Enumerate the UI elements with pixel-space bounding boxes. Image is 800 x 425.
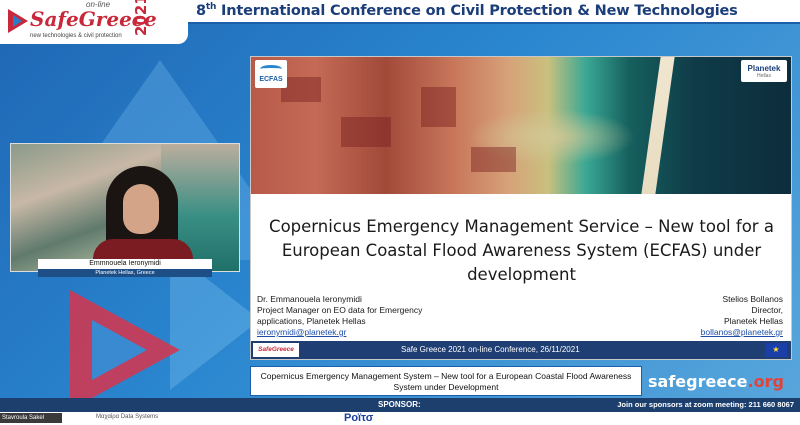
image-field xyxy=(471,147,516,172)
image-field xyxy=(281,77,321,102)
speaker-affiliation: Planetek Hellas, Greece xyxy=(38,269,212,277)
site-url-tld: .org xyxy=(747,372,784,391)
image-field xyxy=(421,87,456,127)
site-url[interactable]: safegreece.org xyxy=(648,372,784,391)
play-logo-inner xyxy=(92,320,147,380)
author-right: Stelios Bollanos Director, Planetek Hell… xyxy=(633,294,783,338)
author-left-name: Dr. Emmanouela Ieronymidi xyxy=(257,294,362,304)
author-right-email[interactable]: bollanos@planetek.gr xyxy=(633,327,783,338)
presentation-slide: ECFAS Planetek Hellas Copernicus Emergen… xyxy=(250,56,792,360)
logo-play-icon-inner xyxy=(13,15,22,27)
talk-caption: Copernicus Emergency Management System –… xyxy=(250,366,642,396)
ecfas-wave-icon xyxy=(260,65,282,73)
logo-tagline: new technologies & civil protection xyxy=(30,33,122,39)
speaker-face xyxy=(123,184,159,234)
author-left-email[interactable]: ieronymidi@planetek.gr xyxy=(257,327,497,338)
sponsor-bar: SPONSOR: Join our sponsors at zoom meeti… xyxy=(0,398,800,412)
ecfas-logo: ECFAS xyxy=(255,60,287,88)
sponsor-zoom-text: Join our sponsors at zoom meeting: 211 6… xyxy=(617,400,794,409)
author-left-role2: applications, Planetek Hellas xyxy=(257,316,366,326)
sponsor-label: SPONSOR: xyxy=(378,400,421,409)
image-sand-spit xyxy=(641,57,675,194)
author-right-role1: Director, xyxy=(751,305,783,315)
image-field xyxy=(341,117,391,147)
speaker-video[interactable] xyxy=(10,143,240,272)
site-url-main: safegreece xyxy=(648,372,748,391)
slide-footer-text: Safe Greece 2021 on-line Conference, 26/… xyxy=(401,345,580,354)
slide-footer-logo: SafeGreece xyxy=(253,343,299,357)
author-right-role2: Planetek Hellas xyxy=(723,316,783,326)
author-right-name: Stelios Bollanos xyxy=(722,294,783,304)
slide-footer: SafeGreece Safe Greece 2021 on-line Conf… xyxy=(251,341,791,359)
slide-title: Copernicus Emergency Management Service … xyxy=(269,217,774,284)
author-left-role1: Project Manager on EO data for Emergency xyxy=(257,305,423,315)
slide-satellite-image: ECFAS Planetek Hellas xyxy=(251,57,791,194)
participant-name-tag: Stavroula Sakel xyxy=(0,413,62,423)
author-left: Dr. Emmanouela Ieronymidi Project Manage… xyxy=(257,294,497,338)
conference-title: 8th International Conference on Civil Pr… xyxy=(196,2,738,19)
logo-year: 2021 xyxy=(132,0,150,36)
planetek-logo-text: Planetek xyxy=(747,64,781,73)
planetek-logo-sub: Hellas xyxy=(757,73,771,79)
eu-flag-icon: ★ xyxy=(765,343,787,357)
speaker-name: Emmnouela Ieronymidi xyxy=(38,259,212,269)
sponsor-logo-1: Μαχαίρα Data Systems xyxy=(96,414,159,420)
planetek-logo: Planetek Hellas xyxy=(741,60,787,82)
ecfas-logo-text: ECFAS xyxy=(259,76,283,83)
safegreece-logo: on-line SafeGreece 2021 new technologies… xyxy=(0,0,188,44)
sponsor-logo-2: Ροϊτσ xyxy=(344,412,374,424)
